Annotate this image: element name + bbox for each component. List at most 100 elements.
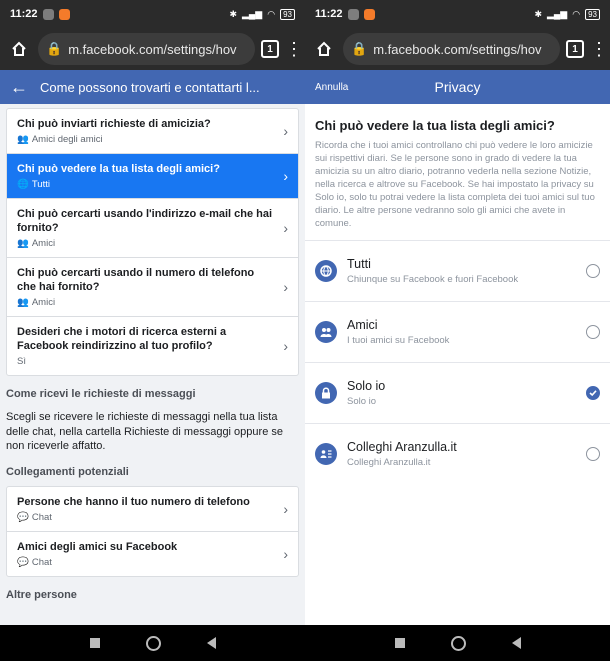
setting-question: Chi può inviarti richieste di amicizia? <box>17 118 211 130</box>
settings-header-title: Come possono trovarti e contattarti l... <box>40 79 260 95</box>
address-bar[interactable]: 🔒 m.facebook.com/settings/hov <box>343 33 560 65</box>
setting-row-phone-search[interactable]: Chi può cercarti usando il numero di tel… <box>7 258 298 317</box>
option-label: Tutti <box>347 257 371 271</box>
setting-value: Amici degli amici <box>31 134 103 145</box>
option-label: Solo io <box>347 379 386 393</box>
right-screen: 11:22 ✱ ▂▄▆ ◠ 93 🔒 m.facebook.com/settings/h… <box>305 0 610 661</box>
chat-icon: 💬 <box>17 556 29 568</box>
bluetooth-icon: ✱ <box>229 8 237 19</box>
wifi-icon: ◠ <box>572 8 581 19</box>
chevron-right-icon: › <box>283 545 288 562</box>
friends-icon: 👥 <box>17 238 29 249</box>
chevron-right-icon: › <box>283 500 288 517</box>
section-title-links: Collegamenti potenziali <box>6 465 129 478</box>
section-title-messages: Come ricevi le richieste di messaggi <box>6 388 196 400</box>
radio-button[interactable] <box>586 264 600 278</box>
option-sublabel: I tuoi amici su Facebook <box>347 335 450 346</box>
tab-switcher-button[interactable]: 1 <box>261 40 279 58</box>
link-row-friends-of-friends[interactable]: Amici degli amici su Facebook 💬 Chat › <box>7 532 298 576</box>
status-bar: 11:22 ✱ ▂▄▆ ◠ 93 <box>0 0 305 28</box>
messages-description: Scegli se ricevere le richieste di messa… <box>0 404 305 458</box>
android-nav-bar <box>305 625 610 661</box>
setting-question: Amici degli amici su Facebook <box>17 540 178 553</box>
links-card: Persone che hanno il tuo numero di telef… <box>6 485 299 577</box>
privacy-header: Annulla Privacy <box>305 70 610 104</box>
setting-value: Amici <box>31 297 56 308</box>
link-row-phone[interactable]: Persone che hanno il tuo numero di telef… <box>7 487 298 532</box>
home-icon[interactable] <box>311 36 337 62</box>
status-bar: 11:22 ✱ ▂▄▆ ◠ 93 <box>305 0 610 28</box>
android-nav-bar <box>0 625 305 661</box>
status-time: 11:22 <box>10 8 38 20</box>
setting-value: Tutti <box>31 179 50 190</box>
option-label: Amici <box>347 318 378 332</box>
setting-row-email-search[interactable]: Chi può cercarti usando l'indirizzo e-ma… <box>7 199 298 258</box>
setting-question: Chi può cercarti usando l'indirizzo e-ma… <box>17 208 273 234</box>
address-bar[interactable]: 🔒 m.facebook.com/settings/hov <box>38 33 255 65</box>
tab-switcher-button[interactable]: 1 <box>566 40 584 58</box>
privacy-description: Ricorda che i tuoi amici controllano chi… <box>315 140 595 229</box>
home-button[interactable] <box>145 635 161 651</box>
privacy-question: Chi può vedere la tua lista degli amici? <box>315 118 555 133</box>
app-notification-icon <box>58 8 70 20</box>
setting-row-search-engines[interactable]: Desideri che i motori di ricerca esterni… <box>7 317 298 375</box>
option-label: Colleghi Aranzulla.it <box>347 440 457 454</box>
recents-button[interactable] <box>89 638 100 648</box>
browser-toolbar: 🔒 m.facebook.com/settings/hov 1 ⋮ <box>0 28 305 70</box>
more-menu-icon[interactable]: ⋮ <box>590 40 608 58</box>
setting-question: Chi può cercarti usando il numero di tel… <box>17 267 255 293</box>
notification-icon <box>347 8 359 20</box>
friends-icon: 👥 <box>17 297 29 308</box>
chevron-right-icon: › <box>283 338 288 354</box>
option-tutti[interactable]: Tutti Chiunque su Facebook e fuori Facebo… <box>305 240 610 301</box>
back-button[interactable] <box>511 637 521 649</box>
lock-icon: 🔒 <box>351 41 368 56</box>
radio-button[interactable] <box>586 447 600 461</box>
radio-button[interactable] <box>586 325 600 339</box>
setting-row-friends-list[interactable]: Chi può vedere la tua lista degli amici?… <box>7 154 298 199</box>
setting-row-friend-requests[interactable]: Chi può inviarti richieste di amicizia? 👥… <box>7 109 298 154</box>
lock-icon <box>315 382 337 404</box>
battery-indicator: 93 <box>280 8 295 20</box>
privacy-settings-card: Chi può inviarti richieste di amicizia? 👥… <box>6 108 299 376</box>
radio-button-checked[interactable] <box>586 386 600 400</box>
option-sublabel: Colleghi Aranzulla.it <box>347 457 431 468</box>
more-menu-icon[interactable]: ⋮ <box>285 40 303 58</box>
setting-question: Persone che hanno il tuo numero di telef… <box>17 495 250 508</box>
url-text: m.facebook.com/settings/hov <box>373 41 542 57</box>
left-screen: 11:22 ✱ ▂▄▆ ◠ 93 🔒 m.facebook.com/settings/h… <box>0 0 305 661</box>
list-icon <box>315 443 337 465</box>
chevron-right-icon: › <box>283 123 288 139</box>
home-button[interactable] <box>450 635 466 651</box>
option-sublabel: Chiunque su Facebook e fuori Facebook <box>347 274 519 285</box>
notification-icon <box>42 8 54 20</box>
option-colleghi[interactable]: Colleghi Aranzulla.it Colleghi Aranzulla.… <box>305 423 610 484</box>
section-title-others: Altre persone <box>6 588 77 601</box>
home-icon[interactable] <box>6 36 32 62</box>
globe-icon: 🌐 <box>17 179 29 190</box>
browser-toolbar: 🔒 m.facebook.com/settings/hov 1 ⋮ <box>305 28 610 70</box>
setting-question: Desideri che i motori di ricerca esterni… <box>17 326 227 352</box>
option-amici[interactable]: Amici I tuoi amici su Facebook <box>305 301 610 362</box>
status-time: 11:22 <box>315 8 343 20</box>
cancel-button[interactable]: Annulla <box>315 82 348 93</box>
setting-value: Sì <box>17 356 26 367</box>
signal-icon: ▂▄▆ <box>242 8 263 19</box>
url-text: m.facebook.com/settings/hov <box>68 41 237 57</box>
back-arrow-icon[interactable]: ← <box>10 77 28 98</box>
back-button[interactable] <box>206 637 216 649</box>
setting-value: Chat <box>31 511 52 523</box>
privacy-content: Chi può vedere la tua lista degli amici?… <box>305 104 610 625</box>
battery-indicator: 93 <box>585 8 600 20</box>
friends-of-friends-icon: 👥 <box>17 134 29 145</box>
privacy-title: Privacy <box>434 79 481 95</box>
settings-content: Chi può inviarti richieste di amicizia? 👥… <box>0 104 305 625</box>
friends-icon <box>315 321 337 343</box>
chat-icon: 💬 <box>17 511 29 523</box>
recents-button[interactable] <box>394 638 405 648</box>
lock-icon: 🔒 <box>46 41 63 56</box>
setting-value: Amici <box>31 238 56 249</box>
option-solo-io[interactable]: Solo io Solo io <box>305 362 610 423</box>
settings-header: ← Come possono trovarti e contattarti l.… <box>0 70 305 104</box>
app-notification-icon <box>363 8 375 20</box>
